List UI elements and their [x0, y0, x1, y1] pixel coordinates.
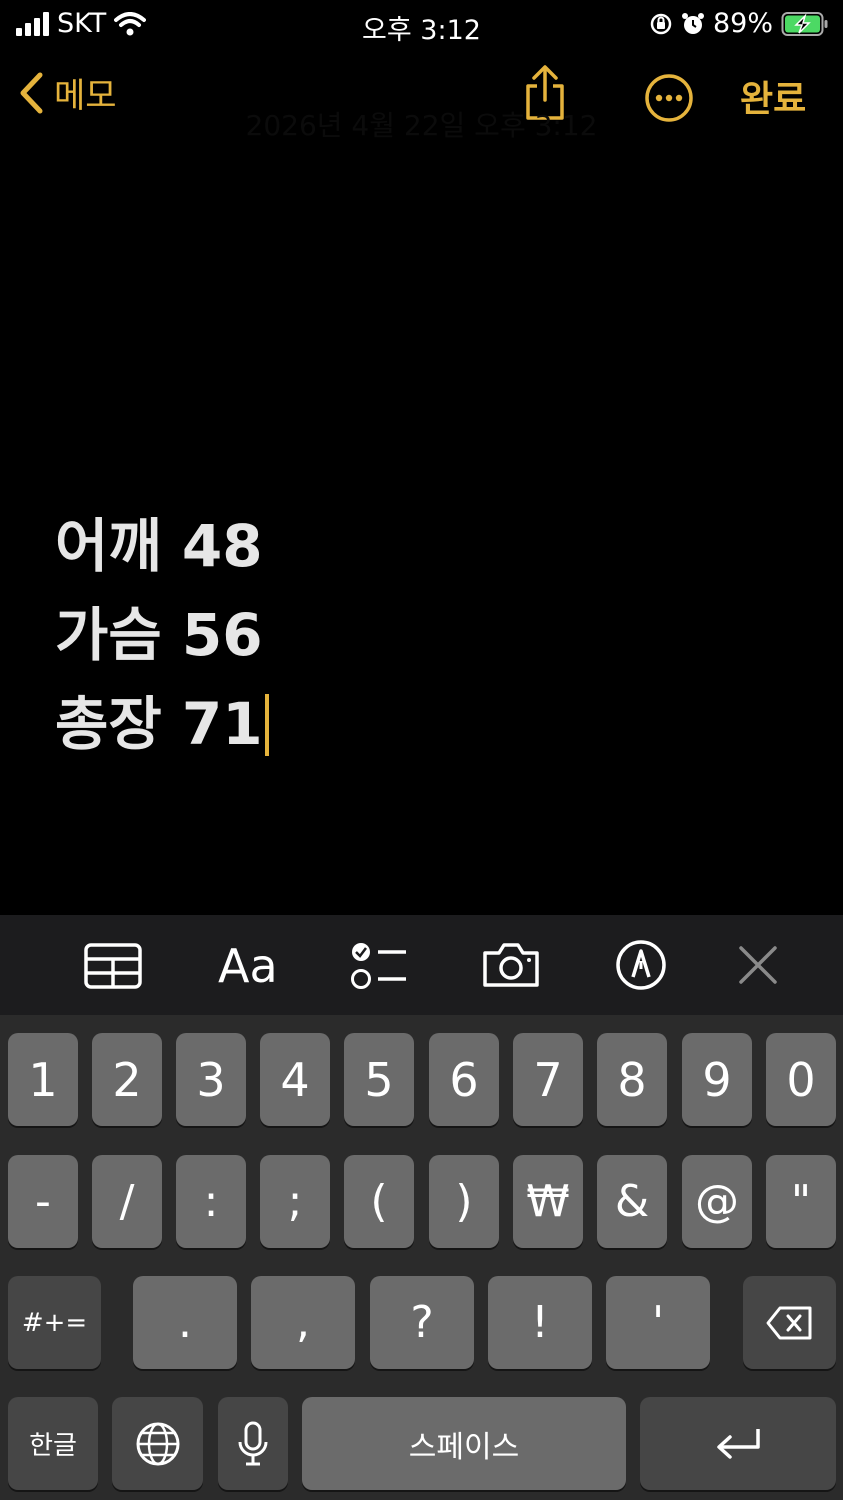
key-hyphen[interactable]: -: [8, 1155, 78, 1248]
delete-icon: [766, 1306, 811, 1339]
note-line: 가슴 56: [55, 601, 263, 669]
key-exclamation[interactable]: !: [488, 1276, 592, 1369]
table-icon[interactable]: [84, 943, 142, 989]
key-0[interactable]: 0: [766, 1033, 836, 1126]
notes-toolbar: Aa: [0, 915, 843, 1015]
key-3[interactable]: 3: [176, 1033, 246, 1126]
key-comma[interactable]: ,: [251, 1276, 355, 1369]
key-7[interactable]: 7: [513, 1033, 583, 1126]
note-line-text: 총장 71: [55, 690, 263, 758]
key-won[interactable]: ₩: [513, 1155, 583, 1248]
key-2[interactable]: 2: [92, 1033, 162, 1126]
note-line-last: 총장 71: [55, 680, 269, 769]
key-close-paren[interactable]: ): [429, 1155, 499, 1248]
note-date: 2026년 4월 22일 오후 3:12: [245, 109, 598, 142]
key-at[interactable]: @: [682, 1155, 752, 1248]
key-1[interactable]: 1: [8, 1033, 78, 1126]
status-bar: SKT 오후 3:12 89%: [0, 0, 843, 48]
key-period[interactable]: .: [133, 1276, 237, 1369]
format-text-button[interactable]: Aa: [218, 939, 278, 993]
keyboard: 1 2 3 4 5 6 7 8 9 0 - / : ; ( ) ₩ & @ " …: [0, 1015, 843, 1500]
delete-key[interactable]: [743, 1276, 836, 1369]
globe-key[interactable]: [112, 1397, 203, 1490]
key-apostrophe[interactable]: ': [606, 1276, 710, 1369]
status-right: 89%: [649, 8, 829, 39]
return-icon: [717, 1428, 760, 1459]
microphone-icon: [238, 1421, 268, 1465]
return-key[interactable]: [640, 1397, 836, 1490]
key-8[interactable]: 8: [597, 1033, 667, 1126]
key-more-symbols[interactable]: #+=: [8, 1276, 101, 1369]
close-icon[interactable]: [738, 945, 778, 985]
checklist-icon[interactable]: [350, 941, 408, 991]
battery-percent: 89%: [712, 8, 773, 39]
key-9[interactable]: 9: [682, 1033, 752, 1126]
key-ampersand[interactable]: &: [597, 1155, 667, 1248]
dictation-key[interactable]: [218, 1397, 288, 1490]
key-quote[interactable]: ": [766, 1155, 836, 1248]
key-open-paren[interactable]: (: [344, 1155, 414, 1248]
key-6[interactable]: 6: [429, 1033, 499, 1126]
language-key[interactable]: 한글: [8, 1397, 98, 1490]
key-4[interactable]: 4: [260, 1033, 330, 1126]
key-5[interactable]: 5: [344, 1033, 414, 1126]
note-body[interactable]: 어깨 48 가슴 56 총장 71: [55, 502, 269, 769]
orientation-lock-icon: [650, 13, 672, 34]
key-semicolon[interactable]: ;: [260, 1155, 330, 1248]
note-line: 어깨 48: [55, 512, 263, 580]
markup-pen-icon[interactable]: [615, 939, 667, 991]
globe-icon: [136, 1422, 179, 1465]
text-cursor: [264, 694, 269, 756]
battery-charging-icon: [781, 11, 828, 36]
key-question[interactable]: ?: [370, 1276, 474, 1369]
key-slash[interactable]: /: [92, 1155, 162, 1248]
space-key[interactable]: 스페이스: [302, 1397, 626, 1490]
camera-icon[interactable]: [481, 941, 541, 989]
key-colon[interactable]: :: [176, 1155, 246, 1248]
alarm-icon: [681, 12, 704, 34]
